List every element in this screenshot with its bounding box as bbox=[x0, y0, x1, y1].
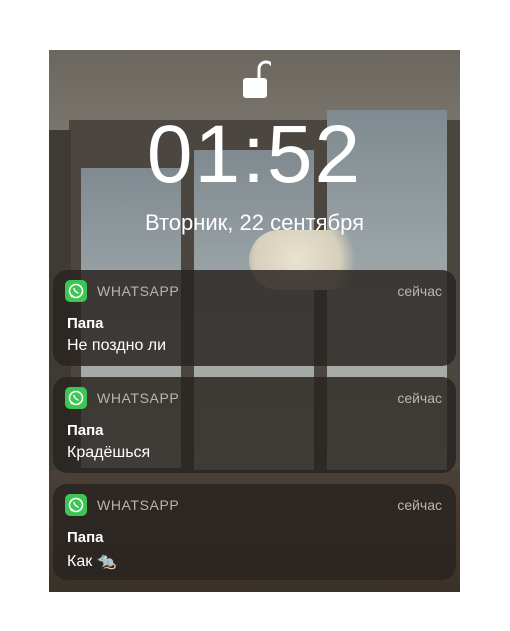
unlock-icon bbox=[241, 60, 275, 100]
notification-message: Крадёшься bbox=[67, 444, 151, 461]
notification-sender: Папа bbox=[67, 529, 104, 546]
notification-message: Как 🐀 bbox=[67, 553, 117, 570]
notification-card[interactable]: WHATSAPP сейчас Папа Крадёшься bbox=[53, 377, 456, 473]
lockscreen-date: Вторник, 22 сентября bbox=[145, 210, 364, 235]
notification-app-name: WHATSAPP bbox=[97, 283, 180, 299]
notification-sender: Папа bbox=[67, 422, 104, 439]
lockscreen-time: 01:52 bbox=[146, 109, 363, 200]
whatsapp-icon bbox=[65, 387, 87, 409]
notification-sender: Папа bbox=[67, 315, 104, 332]
notification-app-name: WHATSAPP bbox=[97, 390, 180, 406]
lock-screen: 01:52 Вторник, 22 сентября WHATSAPP сейч… bbox=[49, 50, 460, 592]
notification-time: сейчас bbox=[397, 497, 442, 513]
whatsapp-icon bbox=[65, 494, 87, 516]
notification-app-name: WHATSAPP bbox=[97, 497, 180, 513]
whatsapp-icon bbox=[65, 280, 87, 302]
notification-card[interactable]: WHATSAPP сейчас Папа Как 🐀 bbox=[53, 484, 456, 580]
notification-card[interactable]: WHATSAPP сейчас Папа Не поздно ли bbox=[53, 270, 456, 366]
notification-time: сейчас bbox=[397, 283, 442, 299]
notification-message: Не поздно ли bbox=[67, 337, 167, 354]
notification-time: сейчас bbox=[397, 390, 442, 406]
